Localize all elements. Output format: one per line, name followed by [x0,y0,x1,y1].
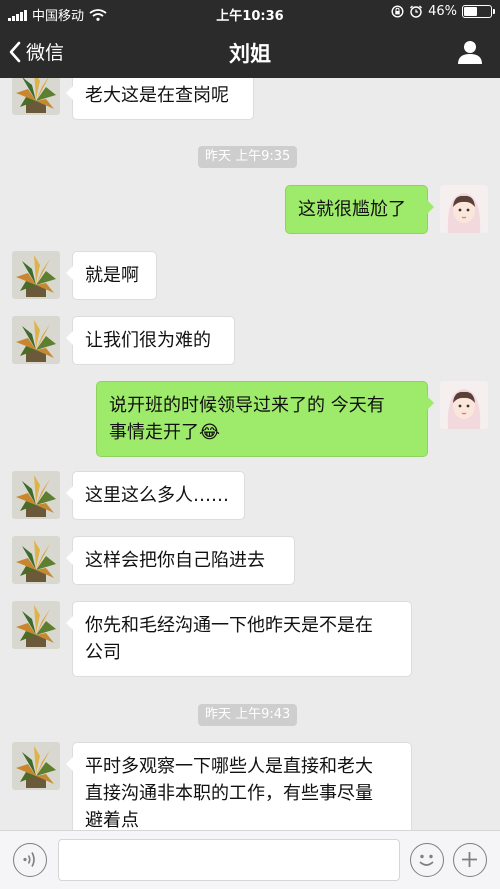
profile-icon[interactable] [456,38,484,66]
my-avatar[interactable] [440,381,488,429]
laughing-emoji: 😂 [199,422,221,443]
voice-button[interactable] [13,843,47,877]
message-text: 就是啊 [85,265,139,286]
message-text: 让我们很为难的 [85,330,211,351]
message-text-line-1: 你先和毛经沟通一下他昨天是不是在 [85,615,373,636]
status-bar: 中国移动 上午10:36 46% [0,0,500,26]
message-text: 这就很尴尬了 [298,199,406,220]
message-bubble-outgoing[interactable]: 这就很尴尬了 [285,185,434,234]
message-text-line-2: 事情走开了 [109,422,199,443]
message-text-line-1: 说开班的时候领导过来了的 今天有 [109,395,385,416]
status-right: 46% [391,4,495,19]
message-text-line-2: 直接沟通非本职的工作，有些事尽量 [85,783,373,804]
message-bubble-incoming[interactable]: 让我们很为难的 [66,316,235,365]
contact-avatar[interactable] [12,251,60,299]
alarm-icon [410,5,423,18]
voice-icon [23,852,35,867]
my-avatar[interactable] [440,185,488,233]
contact-avatar[interactable] [12,742,60,790]
message-bubble-incoming[interactable]: 平时多观察一下哪些人是直接和老大 直接沟通非本职的工作，有些事尽量 避着点 [66,742,412,830]
message-text-line-3: 避着点 [85,810,139,830]
contact-avatar[interactable] [12,316,60,364]
rotation-lock-icon [391,5,404,18]
message-text: 老大这是在查岗呢 [85,85,229,106]
contact-avatar[interactable] [12,536,60,584]
timestamp-label: 昨天 上午9:43 [198,704,298,726]
message-bubble-incoming[interactable]: 这里这么多人…… [66,471,245,520]
contact-avatar[interactable] [12,78,60,115]
emoji-button[interactable] [410,843,444,877]
chat-title: 刘姐 [229,42,271,66]
timestamp-label: 昨天 上午9:35 [198,146,298,168]
message-bubble-incoming[interactable]: 老大这是在查岗呢 [66,78,254,120]
plus-icon [462,852,477,867]
battery-percent: 46% [428,4,457,19]
chat-area[interactable]: 老大这是在查岗呢 昨天 上午9:35 这就很尴尬了 就是啊 让我们很为难的 说开… [0,78,500,830]
back-label: 微信 [26,42,65,64]
input-bar [0,830,500,889]
message-text-line-2: 公司 [85,642,121,663]
message-text: 这里这么多人…… [85,485,229,506]
nav-bar: 微信 刘姐 [0,26,500,78]
chevron-left-icon [9,41,21,62]
message-bubble-incoming[interactable]: 你先和毛经沟通一下他昨天是不是在 公司 [66,601,412,677]
message-text-line-1: 平时多观察一下哪些人是直接和老大 [85,756,373,777]
back-button[interactable]: 微信 [8,38,64,65]
message-input[interactable] [58,839,400,881]
emoji-icon [419,854,434,866]
message-bubble-incoming[interactable]: 这样会把你自己陷进去 [66,536,295,585]
message-text: 这样会把你自己陷进去 [85,550,265,571]
contact-avatar[interactable] [12,601,60,649]
battery-icon [462,5,495,18]
message-bubble-incoming[interactable]: 就是啊 [66,251,157,300]
more-button[interactable] [453,843,487,877]
message-bubble-outgoing[interactable]: 说开班的时候领导过来了的 今天有 事情走开了😂 [96,381,434,457]
contact-avatar[interactable] [12,471,60,519]
